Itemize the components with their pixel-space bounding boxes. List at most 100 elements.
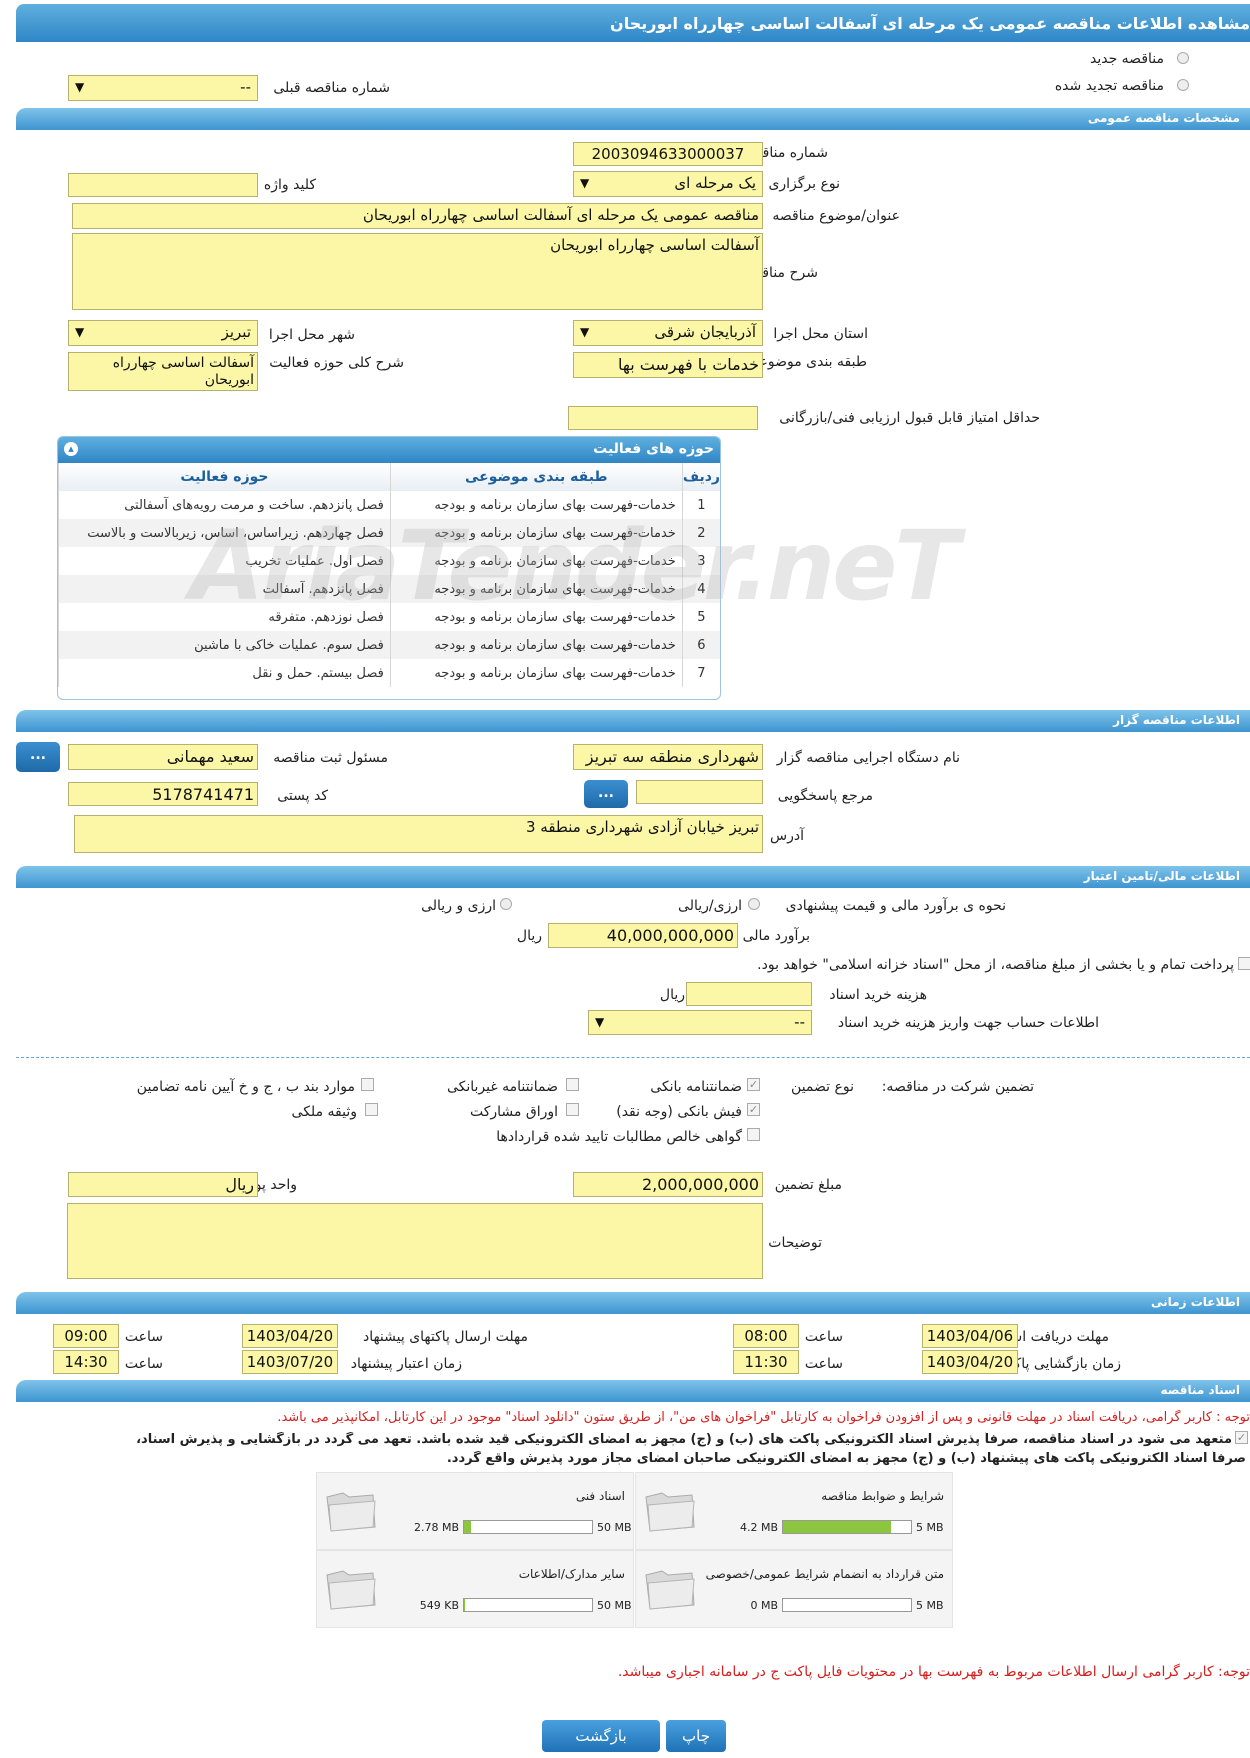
col-scope-header: حوزه فعالیت bbox=[58, 463, 391, 491]
activity-row-number: 3 bbox=[681, 547, 720, 575]
estimate-unit-label: ریال bbox=[516, 928, 542, 944]
currency-field[interactable]: ریال bbox=[68, 1172, 258, 1197]
docs-header-text: اسناد مناقصه bbox=[1160, 1383, 1240, 1397]
activity-row: 1 خدمات-فهرست بهای سازمان برنامه و بودجه ف… bbox=[58, 491, 720, 519]
collapse-icon[interactable]: ▴ bbox=[64, 442, 78, 456]
method-option1-label: ارزی/ریالی bbox=[678, 898, 742, 914]
renewed-tender-label: مناقصه تجدید شده bbox=[1054, 78, 1164, 94]
document-size-fill bbox=[464, 1599, 466, 1611]
opening-time[interactable]: 11:30 bbox=[733, 1350, 799, 1374]
estimate-field[interactable]: 40,000,000,000 bbox=[548, 923, 738, 948]
document-card[interactable]: شرایط و ضوابط مناقصه 4.2 MB 5 MB bbox=[635, 1472, 953, 1550]
folder-icon bbox=[645, 1570, 695, 1610]
col-category-header: طبقه بندی موضوعی bbox=[389, 463, 683, 491]
account-select[interactable]: -- ▼ bbox=[588, 1010, 812, 1035]
validity-time[interactable]: 14:30 bbox=[53, 1350, 119, 1374]
method-option1-radio[interactable] bbox=[748, 898, 760, 910]
document-card[interactable]: اسناد فنی 2.78 MB 50 MB bbox=[316, 1472, 634, 1550]
scope-desc-field[interactable]: آسفالت اساسی چهارراه ابوریحان bbox=[68, 352, 258, 391]
doc-cost-field[interactable] bbox=[686, 982, 812, 1006]
regulation-items-label: موارد بند ب ، ج و خ آیین نامه تضامین bbox=[136, 1079, 355, 1095]
opening-date[interactable]: 1403/04/20 bbox=[922, 1350, 1018, 1374]
document-title: سایر مدارک/اطلاعات bbox=[518, 1567, 625, 1581]
document-card[interactable]: متن قرارداد به انضمام شرایط عمومی/خصوصی 0… bbox=[635, 1550, 953, 1628]
regulation-items-checkbox[interactable] bbox=[361, 1078, 374, 1091]
category-field[interactable]: خدمات با فهرست بها bbox=[573, 352, 763, 378]
renewed-tender-radio[interactable] bbox=[1177, 79, 1189, 91]
property-checkbox[interactable] bbox=[365, 1103, 378, 1116]
timing-section-header: اطلاعات زمانی bbox=[16, 1292, 1250, 1314]
holding-type-select[interactable]: یک مرحله ای ▼ bbox=[573, 171, 763, 197]
page-title: مشاهده اطلاعات مناقصه عمومی یک مرحله ای … bbox=[610, 14, 1250, 33]
document-max-size: 5 MB bbox=[916, 1521, 944, 1534]
responsible-lookup-button[interactable]: ... bbox=[16, 742, 60, 772]
address-field[interactable]: تبریز خیابان آزادی شهرداری منطقه 3 bbox=[74, 815, 763, 853]
category-label: طبقه بندی موضوعی bbox=[747, 354, 867, 370]
property-label: وثیقه ملکی bbox=[291, 1104, 357, 1120]
activity-category: خدمات-فهرست بهای سازمان برنامه و بودجه bbox=[389, 603, 683, 631]
subject-label: عنوان/موضوع مناقصه bbox=[772, 208, 900, 224]
send-deadline-date[interactable]: 1403/04/20 bbox=[242, 1324, 338, 1348]
doc-receive-time[interactable]: 08:00 bbox=[733, 1324, 799, 1348]
document-size: 549 KB bbox=[419, 1599, 459, 1612]
doc-cost-unit-label: ریال bbox=[659, 987, 685, 1003]
doc-cost-label: هزینه خرید اسناد bbox=[829, 987, 927, 1003]
org-field[interactable]: شهرداری منطقه سه تبریز bbox=[573, 744, 763, 770]
activity-category: خدمات-فهرست بهای سازمان برنامه و بودجه bbox=[389, 631, 683, 659]
activity-row-number: 7 bbox=[681, 659, 720, 687]
activity-category: خدمات-فهرست بهای سازمان برنامه و بودجه bbox=[389, 519, 683, 547]
general-section-header: مشخصات مناقصه عمومی bbox=[16, 108, 1250, 130]
activity-row: 5 خدمات-فهرست بهای سازمان برنامه و بودجه ف… bbox=[58, 603, 720, 631]
bonds-checkbox[interactable] bbox=[566, 1103, 579, 1116]
receivables-checkbox[interactable] bbox=[747, 1128, 760, 1141]
doc-receive-date[interactable]: 1403/04/06 bbox=[922, 1324, 1018, 1348]
validity-date[interactable]: 1403/07/20 bbox=[242, 1350, 338, 1374]
address-label: آدرس bbox=[770, 828, 804, 844]
activity-row-number: 6 bbox=[681, 631, 720, 659]
method-option2-radio[interactable] bbox=[500, 898, 512, 910]
chevron-down-icon: ▼ bbox=[595, 1015, 605, 1029]
activity-row-number: 5 bbox=[681, 603, 720, 631]
min-score-field[interactable] bbox=[568, 406, 758, 430]
reference-lookup-button[interactable]: ... bbox=[584, 780, 628, 808]
org-label: نام دستگاه اجرایی مناقصه گزار bbox=[776, 750, 960, 766]
send-deadline-time[interactable]: 09:00 bbox=[53, 1324, 119, 1348]
tender-number-field[interactable]: 2003094633000037 bbox=[573, 142, 763, 166]
activity-scope: فصل اول. عملیات تخریب bbox=[58, 547, 391, 575]
document-size: 4.2 MB bbox=[739, 1521, 778, 1534]
document-size: 2.78 MB bbox=[413, 1521, 459, 1534]
finance-section-header: اطلاعات مالی/تامین اعتبار bbox=[16, 866, 1250, 888]
cash-deposit-checkbox[interactable]: ✓ bbox=[747, 1103, 760, 1116]
chevron-down-icon: ▼ bbox=[580, 325, 590, 339]
document-size: 0 MB bbox=[750, 1599, 778, 1612]
document-card[interactable]: سایر مدارک/اطلاعات 549 KB 50 MB bbox=[316, 1550, 634, 1628]
bonds-label: اوراق مشارکت bbox=[469, 1104, 558, 1120]
nonbank-guarantee-checkbox[interactable] bbox=[566, 1078, 579, 1091]
notes-field[interactable] bbox=[67, 1203, 763, 1279]
description-field[interactable]: آسفالت اساسی چهارراه ابوریحان bbox=[72, 233, 763, 310]
postal-code-label: کد پستی bbox=[277, 788, 328, 804]
folder-icon bbox=[326, 1570, 376, 1610]
new-tender-radio[interactable] bbox=[1177, 52, 1189, 64]
print-button[interactable]: چاپ bbox=[666, 1720, 726, 1752]
prev-tender-select[interactable]: -- ▼ bbox=[68, 75, 258, 101]
activities-header-text: حوزه های فعالیت bbox=[593, 441, 714, 457]
reference-field[interactable] bbox=[636, 780, 763, 804]
bank-guarantee-checkbox[interactable]: ✓ bbox=[747, 1078, 760, 1091]
province-label: استان محل اجرا bbox=[773, 326, 868, 342]
back-button[interactable]: بازگشت bbox=[542, 1720, 660, 1752]
city-select[interactable]: تبریز ▼ bbox=[68, 320, 258, 346]
chevron-down-icon: ▼ bbox=[75, 325, 85, 339]
document-title: اسناد فنی bbox=[575, 1489, 625, 1503]
commitment-checkbox[interactable]: ✓ bbox=[1235, 1431, 1248, 1444]
subject-field[interactable]: مناقصه عمومی یک مرحله ای آسفالت اساسی چه… bbox=[72, 203, 763, 229]
keyword-field[interactable] bbox=[68, 173, 258, 197]
responsible-field[interactable]: سعید مهمانی bbox=[68, 744, 258, 770]
activity-category: خدمات-فهرست بهای سازمان برنامه و بودجه bbox=[389, 575, 683, 603]
guarantee-amount-field[interactable]: 2,000,000,000 bbox=[573, 1172, 763, 1197]
estimate-label: برآورد مالی bbox=[742, 928, 810, 944]
province-select[interactable]: آذربایجان شرقی ▼ bbox=[573, 320, 763, 346]
postal-code-field[interactable]: 5178741471 bbox=[68, 782, 258, 806]
treasury-checkbox[interactable] bbox=[1238, 957, 1250, 970]
docs-note-2b: صرفاً اسناد الکترونیکی پاکت های پیشنهاد … bbox=[446, 1451, 1246, 1466]
